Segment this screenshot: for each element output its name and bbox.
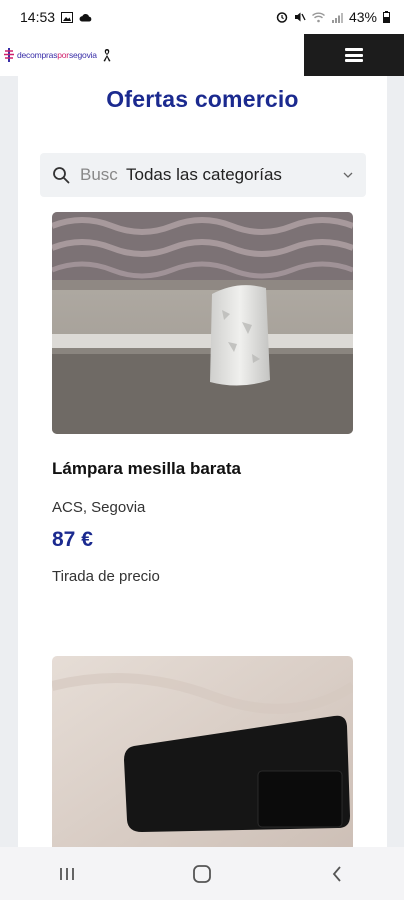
search-bar: Todas las categorías	[40, 153, 366, 197]
hamburger-icon	[345, 48, 363, 62]
site-logo[interactable]: decomprasporsegovia	[4, 46, 112, 64]
system-nav-bar	[0, 847, 404, 900]
menu-button[interactable]	[304, 34, 404, 76]
mute-icon	[294, 12, 306, 22]
product-card[interactable]: Lámpara mesilla barata ACS, Segovia 87 €…	[52, 212, 353, 585]
status-time: 14:53	[20, 9, 56, 25]
status-left: 14:53	[20, 9, 92, 25]
alarm-icon	[276, 12, 288, 23]
logo-mark-icon	[4, 48, 14, 62]
product-price: 87 €	[52, 528, 93, 551]
product-location: ACS, Segovia	[52, 499, 146, 516]
site-header: decomprasporsegovia	[0, 34, 404, 76]
lamp-photo	[52, 212, 353, 434]
gallery-icon	[61, 11, 74, 23]
status-bar: 14:53 43%	[0, 0, 404, 34]
home-icon	[193, 864, 211, 883]
wifi-icon	[312, 12, 325, 22]
battery-icon	[383, 11, 390, 23]
home-button[interactable]	[172, 854, 232, 894]
search-input[interactable]	[80, 165, 120, 185]
recent-apps-icon	[60, 867, 75, 880]
product-tag: Tirada de precio	[52, 568, 160, 585]
search-icon[interactable]	[52, 166, 70, 184]
back-icon	[332, 865, 341, 882]
signal-icon	[331, 12, 343, 23]
page-title: Ofertas comercio	[106, 86, 299, 112]
phone-photo	[52, 656, 353, 847]
battery-level: 43%	[348, 9, 377, 25]
recent-apps-button[interactable]	[37, 854, 97, 894]
product-image[interactable]	[52, 656, 353, 847]
logo-text-part: por	[57, 50, 69, 60]
category-select[interactable]: Todas las categorías	[126, 165, 282, 185]
logo-text-part: segovia	[68, 50, 97, 60]
product-title[interactable]: Lámpara mesilla barata	[52, 459, 353, 479]
chevron-down-icon[interactable]	[342, 169, 354, 181]
logo-text-part: decompras	[17, 50, 58, 60]
main-content: Ofertas comercio Todas las categorías	[18, 76, 387, 847]
logo-text: decomprasporsegovia	[17, 50, 97, 60]
product-image[interactable]	[52, 212, 353, 434]
product-card[interactable]	[52, 656, 353, 847]
back-button[interactable]	[307, 854, 367, 894]
awareness-ribbon-icon	[103, 49, 111, 62]
status-right: 43%	[276, 9, 390, 25]
cloud-icon	[79, 13, 92, 21]
